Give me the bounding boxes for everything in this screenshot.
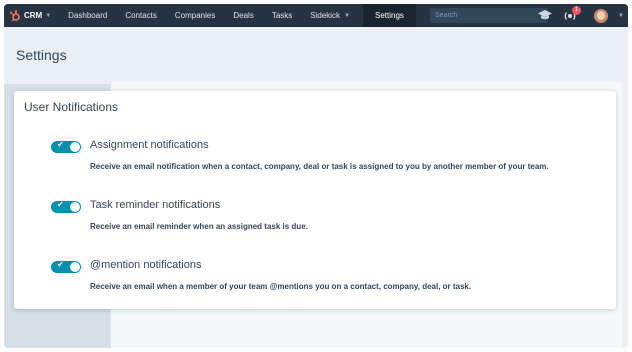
- page-title: Settings: [16, 47, 67, 63]
- nav-item-settings[interactable]: Settings: [363, 4, 416, 27]
- row-title: Task reminder notifications: [90, 199, 221, 211]
- check-icon: ✔: [57, 140, 64, 149]
- nav-right-controls: 1 ▼: [538, 4, 624, 27]
- academy-cap-icon[interactable]: [538, 9, 553, 22]
- nav-item-dashboard[interactable]: Dashboard: [59, 4, 116, 27]
- notifications-broadcast-icon[interactable]: 1: [562, 4, 584, 27]
- row-description: Receive an email reminder when an assign…: [90, 222, 308, 231]
- row-description: Receive an email notification when a con…: [90, 162, 549, 171]
- hubspot-logo-icon[interactable]: [9, 9, 21, 22]
- nav-item-tasks[interactable]: Tasks: [263, 4, 301, 27]
- mention-toggle[interactable]: ✔: [51, 260, 81, 273]
- row-title: @mention notifications: [90, 259, 202, 271]
- nav-item-companies[interactable]: Companies: [166, 4, 224, 27]
- avatar-chevron-down-icon[interactable]: ▼: [618, 13, 624, 19]
- notification-count-badge: 1: [572, 6, 582, 15]
- user-notifications-panel: User Notifications ✔ Assignment notifica…: [14, 91, 616, 309]
- nav-item-sidekick[interactable]: Sidekick ▼: [301, 4, 359, 27]
- sidekick-chevron-down-icon: ▼: [344, 12, 351, 19]
- check-icon: ✔: [57, 200, 64, 209]
- check-icon: ✔: [57, 260, 64, 269]
- app-window: CRM ▼ Dashboard Contacts Companies Deals…: [4, 4, 628, 348]
- crm-menu-label[interactable]: CRM: [24, 11, 42, 20]
- user-avatar[interactable]: [594, 8, 609, 23]
- search-input[interactable]: Search: [430, 8, 548, 23]
- toggle-knob: [70, 202, 80, 212]
- top-navigation-bar: CRM ▼ Dashboard Contacts Companies Deals…: [4, 4, 628, 27]
- crm-chevron-down-icon[interactable]: ▼: [45, 13, 51, 19]
- nav-item-contacts[interactable]: Contacts: [116, 4, 166, 27]
- row-title: Assignment notifications: [90, 139, 209, 151]
- toggle-knob: [70, 262, 80, 272]
- nav-item-deals[interactable]: Deals: [224, 4, 262, 27]
- panel-title: User Notifications: [24, 100, 119, 114]
- toggle-knob: [70, 142, 80, 152]
- assignment-toggle[interactable]: ✔: [51, 140, 81, 153]
- nav-item-sidekick-label: Sidekick: [310, 11, 341, 20]
- row-description: Receive an email when a member of your t…: [90, 282, 472, 291]
- task-reminder-toggle[interactable]: ✔: [51, 200, 81, 213]
